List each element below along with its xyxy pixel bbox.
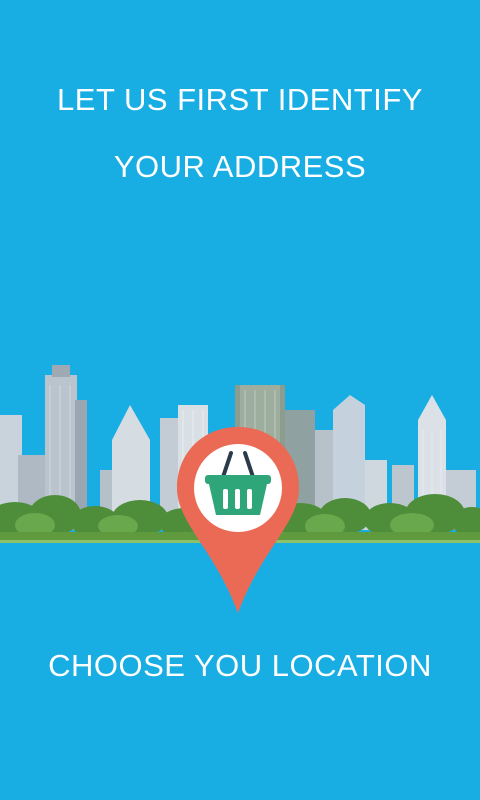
location-pin-icon: [177, 427, 299, 613]
choose-location-button[interactable]: CHOOSE YOU LOCATION: [0, 648, 480, 684]
headline-line-2: YOUR ADDRESS: [113, 149, 367, 184]
headline-line-1: LET US FIRST IDENTIFY: [57, 82, 423, 117]
